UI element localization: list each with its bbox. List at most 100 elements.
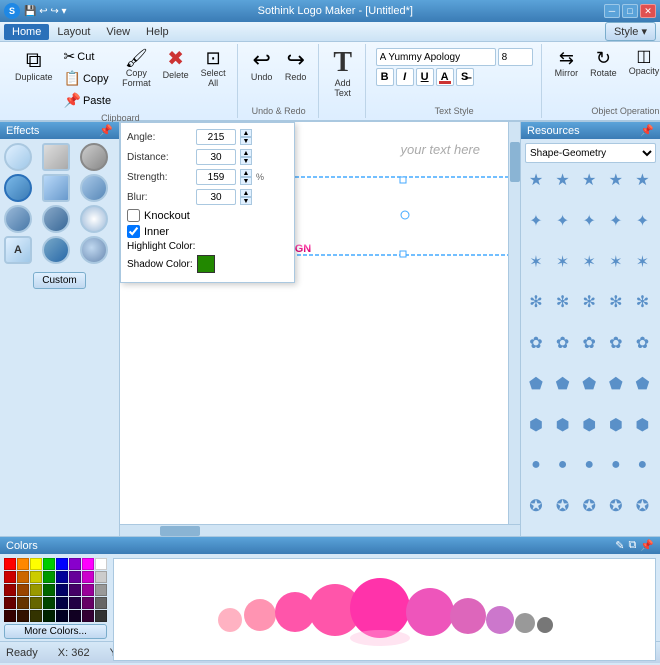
shape-snow-5[interactable]: ✻ bbox=[631, 291, 653, 313]
menu-view[interactable]: View bbox=[98, 24, 138, 40]
color-swatch-7[interactable] bbox=[95, 558, 107, 570]
effect-btn-3[interactable] bbox=[80, 143, 108, 171]
shape-hex-3[interactable]: ⬢ bbox=[578, 414, 600, 436]
color-swatch-17[interactable] bbox=[17, 584, 29, 596]
shape-star4-2[interactable]: ✦ bbox=[552, 210, 574, 232]
color-swatch-9[interactable] bbox=[17, 571, 29, 583]
style-button[interactable]: Style ▾ bbox=[605, 22, 656, 41]
shape-burst-5[interactable]: ✶ bbox=[631, 251, 653, 273]
angle-input[interactable] bbox=[196, 129, 236, 145]
color-swatch-6[interactable] bbox=[82, 558, 94, 570]
color-swatch-22[interactable] bbox=[82, 584, 94, 596]
shape-circle-4[interactable]: ● bbox=[605, 454, 627, 476]
mirror-button[interactable]: ⇆ Mirror bbox=[550, 46, 584, 81]
vertical-scrollbar-thumb[interactable] bbox=[510, 142, 520, 182]
menu-layout[interactable]: Layout bbox=[49, 24, 98, 40]
shape-pent-2[interactable]: ⬟ bbox=[552, 373, 574, 395]
shape-flower-2[interactable]: ✿ bbox=[552, 332, 574, 354]
strength-down[interactable]: ▼ bbox=[240, 177, 252, 185]
shape-burst-1[interactable]: ✶ bbox=[525, 251, 547, 273]
vertical-scrollbar[interactable] bbox=[508, 122, 520, 524]
color-swatch-35[interactable] bbox=[43, 610, 55, 622]
blur-up[interactable]: ▲ bbox=[240, 189, 252, 197]
color-swatch-21[interactable] bbox=[69, 584, 81, 596]
knockout-checkbox[interactable] bbox=[127, 209, 140, 222]
color-swatch-19[interactable] bbox=[43, 584, 55, 596]
effect-btn-text-a[interactable]: A bbox=[4, 236, 32, 264]
shape-pent-3[interactable]: ⬟ bbox=[578, 373, 600, 395]
shape-star5-3[interactable]: ★ bbox=[578, 169, 600, 191]
maximize-button[interactable]: □ bbox=[622, 4, 638, 18]
color-swatch-0[interactable] bbox=[4, 558, 16, 570]
color-swatch-23[interactable] bbox=[95, 584, 107, 596]
shape-star6-3[interactable]: ✪ bbox=[578, 495, 600, 517]
shape-flower-4[interactable]: ✿ bbox=[605, 332, 627, 354]
shape-star6-5[interactable]: ✪ bbox=[631, 495, 653, 517]
delete-button[interactable]: ✖ Delete bbox=[158, 46, 194, 83]
cut-button[interactable]: ✂ Cut bbox=[60, 46, 116, 67]
shape-hex-2[interactable]: ⬢ bbox=[552, 414, 574, 436]
undo-button[interactable]: ↩ Undo bbox=[246, 46, 278, 85]
custom-button[interactable]: Custom bbox=[33, 272, 85, 289]
color-swatch-28[interactable] bbox=[56, 597, 68, 609]
shape-flower-3[interactable]: ✿ bbox=[578, 332, 600, 354]
font-size-input[interactable] bbox=[498, 48, 533, 66]
blur-down[interactable]: ▼ bbox=[240, 197, 252, 205]
underline-button[interactable]: U bbox=[416, 68, 434, 86]
shape-burst-4[interactable]: ✶ bbox=[605, 251, 627, 273]
shape-star6-1[interactable]: ✪ bbox=[525, 495, 547, 517]
shape-flower-1[interactable]: ✿ bbox=[525, 332, 547, 354]
copy-button[interactable]: 📋 Copy bbox=[60, 68, 116, 89]
color-swatch-24[interactable] bbox=[4, 597, 16, 609]
color-swatch-25[interactable] bbox=[17, 597, 29, 609]
text-decoration-button[interactable]: S̶ bbox=[456, 68, 474, 86]
effect-btn-7[interactable] bbox=[4, 205, 32, 233]
canvas-area[interactable]: Angle: ▲ ▼ Distance: ▲ ▼ Strength: bbox=[120, 122, 520, 536]
shape-star5-1[interactable]: ★ bbox=[525, 169, 547, 191]
strength-input[interactable] bbox=[196, 169, 236, 185]
effect-btn-11[interactable] bbox=[80, 236, 108, 264]
font-family-input[interactable] bbox=[376, 48, 496, 66]
shape-star4-4[interactable]: ✦ bbox=[605, 210, 627, 232]
shape-circle-1[interactable]: ● bbox=[525, 454, 547, 476]
color-swatch-3[interactable] bbox=[43, 558, 55, 570]
colors-edit-icon[interactable]: ✎ bbox=[615, 539, 624, 552]
color-swatch-12[interactable] bbox=[56, 571, 68, 583]
color-swatch-30[interactable] bbox=[82, 597, 94, 609]
font-color-button[interactable]: A bbox=[436, 68, 454, 86]
horizontal-scrollbar-thumb[interactable] bbox=[160, 526, 200, 536]
shape-star5-2[interactable]: ★ bbox=[552, 169, 574, 191]
close-button[interactable]: ✕ bbox=[640, 4, 656, 18]
resources-pin[interactable]: 📌 bbox=[640, 124, 654, 137]
color-swatch-16[interactable] bbox=[4, 584, 16, 596]
shape-star6-4[interactable]: ✪ bbox=[605, 495, 627, 517]
effects-pin[interactable]: 📌 bbox=[99, 124, 113, 137]
color-swatch-8[interactable] bbox=[4, 571, 16, 583]
color-swatch-39[interactable] bbox=[95, 610, 107, 622]
color-swatch-37[interactable] bbox=[69, 610, 81, 622]
more-colors-button[interactable]: More Colors... bbox=[4, 624, 107, 639]
color-swatch-18[interactable] bbox=[30, 584, 42, 596]
shape-hex-1[interactable]: ⬢ bbox=[525, 414, 547, 436]
shape-star6-2[interactable]: ✪ bbox=[552, 495, 574, 517]
effect-btn-4[interactable] bbox=[4, 174, 32, 202]
color-swatch-27[interactable] bbox=[43, 597, 55, 609]
redo-button[interactable]: ↪ Redo bbox=[280, 46, 312, 85]
color-swatch-4[interactable] bbox=[56, 558, 68, 570]
shape-pent-1[interactable]: ⬟ bbox=[525, 373, 547, 395]
menu-help[interactable]: Help bbox=[138, 24, 177, 40]
shape-snow-3[interactable]: ✻ bbox=[578, 291, 600, 313]
menu-home[interactable]: Home bbox=[4, 24, 49, 40]
shape-burst-3[interactable]: ✶ bbox=[578, 251, 600, 273]
color-swatch-2[interactable] bbox=[30, 558, 42, 570]
paste-button[interactable]: 📌 Paste bbox=[60, 90, 116, 111]
shape-circle-5[interactable]: ● bbox=[631, 454, 653, 476]
angle-up[interactable]: ▲ bbox=[240, 129, 252, 137]
shape-star4-3[interactable]: ✦ bbox=[578, 210, 600, 232]
color-swatch-33[interactable] bbox=[17, 610, 29, 622]
shape-snow-2[interactable]: ✻ bbox=[552, 291, 574, 313]
shape-circle-3[interactable]: ● bbox=[578, 454, 600, 476]
color-swatch-15[interactable] bbox=[95, 571, 107, 583]
effect-btn-8[interactable] bbox=[42, 205, 70, 233]
shape-star4-5[interactable]: ✦ bbox=[631, 210, 653, 232]
